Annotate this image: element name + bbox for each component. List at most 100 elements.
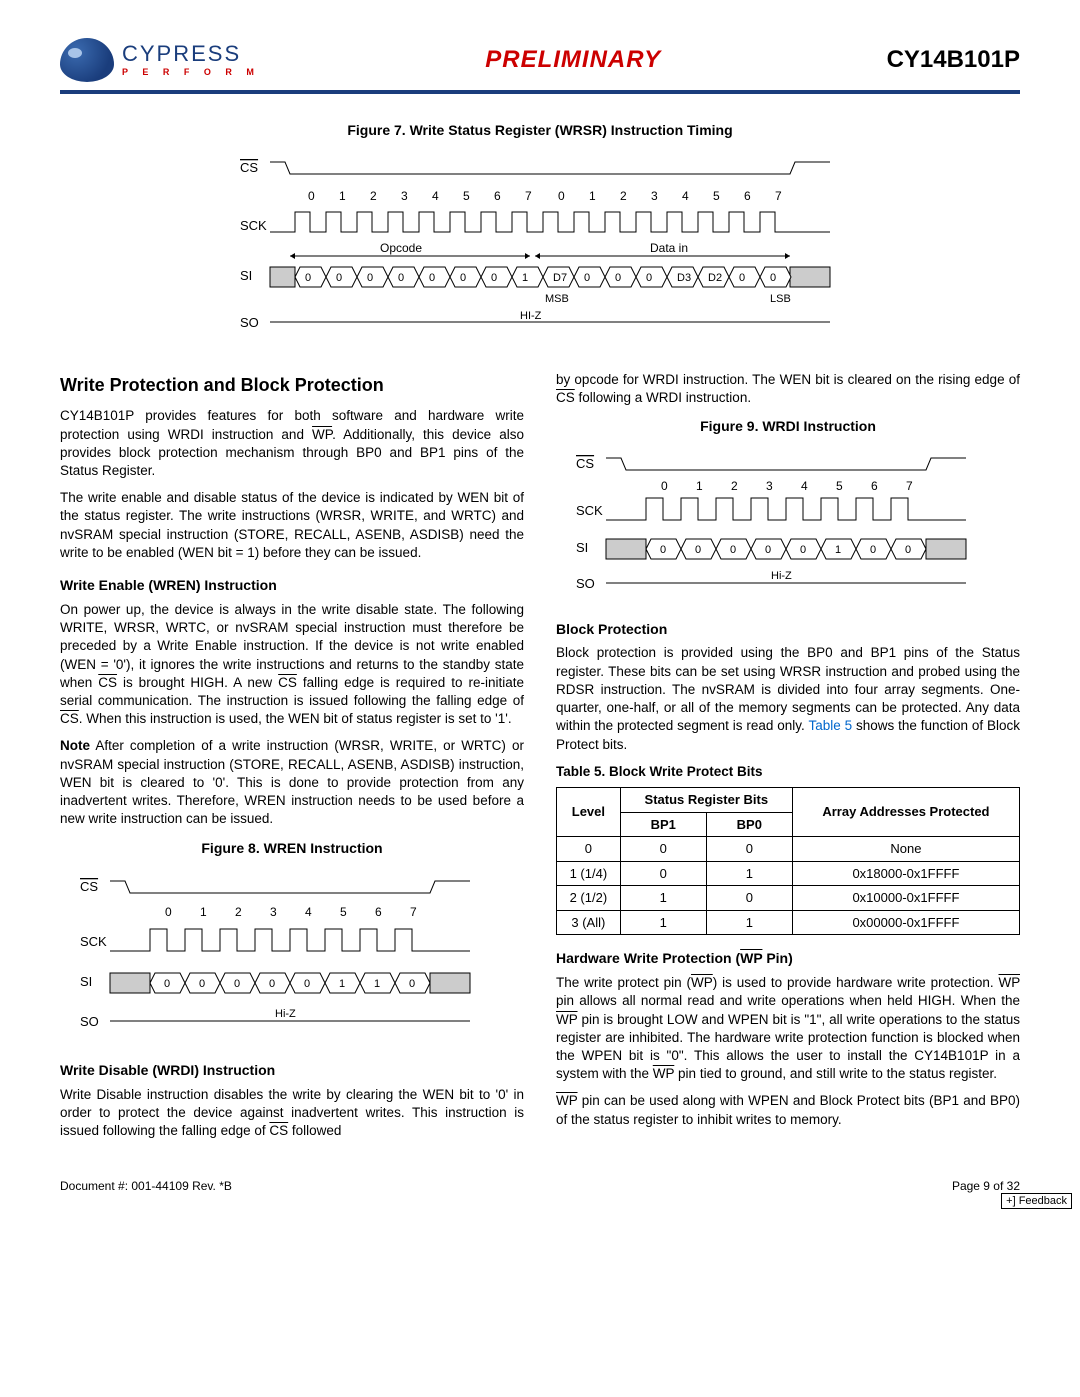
svg-text:6: 6 [744, 189, 751, 203]
svg-text:0: 0 [336, 272, 342, 284]
svg-text:0: 0 [460, 272, 466, 284]
svg-text:3: 3 [651, 189, 658, 203]
svg-text:0: 0 [558, 189, 565, 203]
svg-text:2: 2 [370, 189, 377, 203]
svg-text:0: 0 [661, 479, 668, 493]
text: After completion of a write instruction … [60, 738, 524, 826]
th-bp0: BP0 [706, 812, 792, 837]
cs-overline: CS [60, 711, 79, 726]
svg-text:1: 1 [339, 189, 346, 203]
subheading: Hardware Write Protection (WP Pin) [556, 949, 1020, 968]
cell: 0x18000-0x1FFFF [792, 861, 1019, 886]
para: Note After completion of a write instruc… [60, 737, 524, 828]
svg-text:7: 7 [775, 189, 782, 203]
text: . When this instruction is used, the WEN… [79, 711, 512, 726]
figure9-caption: Figure 9. WRDI Instruction [556, 417, 1020, 436]
wp-overline: WP [740, 950, 762, 966]
th-aap: Array Addresses Protected [792, 787, 1019, 836]
svg-text:0: 0 [800, 544, 806, 556]
feedback-button[interactable]: +] Feedback [1001, 1193, 1072, 1209]
page: CYPRESS P E R F O R M PRELIMINARY CY14B1… [0, 0, 1080, 1213]
cell: 0x00000-0x1FFFF [792, 910, 1019, 935]
hiz-label: HI-Z [520, 310, 542, 322]
cell: 1 [706, 910, 792, 935]
doc-number: Document #: 001-44109 Rev. *B [60, 1179, 232, 1193]
th-srb: Status Register Bits [620, 787, 792, 812]
cell: 0 [706, 837, 792, 862]
svg-text:2: 2 [731, 479, 738, 493]
cs-label: CS [240, 160, 258, 175]
svg-text:0: 0 [584, 272, 590, 284]
wp-overline: WP [691, 975, 713, 990]
so-label: SO [240, 315, 259, 330]
so-label: SO [576, 576, 595, 591]
svg-text:D3: D3 [677, 272, 691, 284]
svg-text:0: 0 [730, 544, 736, 556]
svg-text:0: 0 [660, 544, 666, 556]
table5-link[interactable]: Table 5 [808, 718, 852, 733]
table-row: 000None [557, 837, 1020, 862]
page-number: Page 9 of 32 [952, 1179, 1020, 1193]
cs-label: CS [576, 456, 594, 471]
lsb-label: LSB [770, 293, 791, 305]
svg-text:0: 0 [765, 544, 771, 556]
cell: None [792, 837, 1019, 862]
text: pin allows all normal read and write ope… [556, 993, 1020, 1008]
svg-text:1: 1 [339, 978, 345, 990]
svg-text:5: 5 [340, 905, 347, 919]
table-row: 3 (All)110x00000-0x1FFFF [557, 910, 1020, 935]
svg-text:0: 0 [615, 272, 621, 284]
subheading: Write Disable (WRDI) Instruction [60, 1061, 524, 1080]
svg-text:1: 1 [589, 189, 596, 203]
table-row: 1 (1/4)010x18000-0x1FFFF [557, 861, 1020, 886]
logo: CYPRESS P E R F O R M [60, 38, 260, 82]
svg-text:0: 0 [646, 272, 652, 284]
msb-label: MSB [545, 293, 569, 305]
svg-text:2: 2 [235, 905, 242, 919]
svg-text:0: 0 [269, 978, 275, 990]
para: CY14B101P provides features for both sof… [60, 407, 524, 480]
sck-label: SCK [80, 934, 107, 949]
text: pin tied to ground, and still write to t… [674, 1066, 997, 1081]
si-label: SI [576, 540, 588, 555]
th-bp1: BP1 [620, 812, 706, 837]
cell: 2 (1/2) [557, 886, 621, 911]
svg-text:0: 0 [695, 544, 701, 556]
text: Pin) [762, 950, 792, 966]
sck-label: SCK [240, 218, 267, 233]
para: Block protection is provided using the B… [556, 644, 1020, 753]
header: CYPRESS P E R F O R M PRELIMINARY CY14B1… [60, 38, 1020, 94]
wp-overline: WP [653, 1066, 675, 1081]
svg-text:5: 5 [713, 189, 720, 203]
company-name: CYPRESS [122, 43, 260, 65]
svg-text:0: 0 [234, 978, 240, 990]
cell: 1 [620, 886, 706, 911]
si-label: SI [240, 268, 252, 283]
wren-timing-svg: CS 01234567 SCK SI 00000110 SO Hi-Z [60, 871, 490, 1041]
svg-text:0: 0 [164, 978, 170, 990]
svg-text:0: 0 [305, 272, 311, 284]
svg-text:4: 4 [801, 479, 808, 493]
para: WP pin can be used along with WPEN and B… [556, 1092, 1020, 1128]
svg-text:D7: D7 [553, 272, 567, 284]
cell: 0 [706, 886, 792, 911]
company-tagline: P E R F O R M [122, 68, 260, 77]
svg-text:7: 7 [906, 479, 913, 493]
cs-overline: CS [278, 675, 297, 690]
svg-text:6: 6 [375, 905, 382, 919]
table5: LevelStatus Register BitsArray Addresses… [556, 787, 1020, 935]
svg-text:4: 4 [305, 905, 312, 919]
svg-text:6: 6 [871, 479, 878, 493]
two-column-body: Write Protection and Block Protection CY… [60, 371, 1020, 1149]
opcode-label: Opcode [380, 241, 422, 255]
wp-overline: WP [556, 1012, 578, 1027]
text: is brought HIGH. A new [117, 675, 278, 690]
text: following a WRDI instruction. [575, 390, 751, 405]
wrdi-timing-svg: CS 01234567 SCK SI 00000100 SO Hi-Z [556, 450, 986, 600]
figure7-caption: Figure 7. Write Status Register (WRSR) I… [60, 122, 1020, 138]
cell: 3 (All) [557, 910, 621, 935]
svg-text:3: 3 [766, 479, 773, 493]
footer: Document #: 001-44109 Rev. *B Page 9 of … [60, 1173, 1020, 1193]
sck-label: SCK [576, 503, 603, 518]
svg-text:D2: D2 [708, 272, 722, 284]
